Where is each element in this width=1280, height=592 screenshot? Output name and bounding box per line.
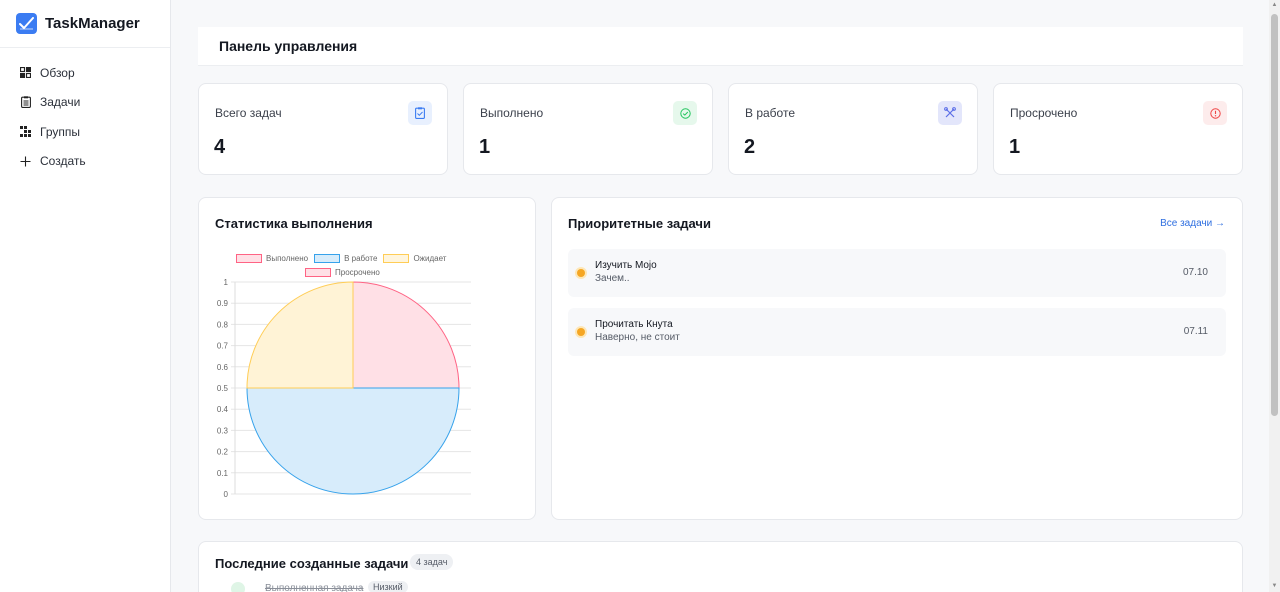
pie-slice[interactable] xyxy=(246,281,354,389)
y-tick-label: 1 xyxy=(224,278,229,287)
priority-panel-title: Приоритетные задачи xyxy=(568,216,711,231)
task-description: Зачем.. xyxy=(595,273,630,284)
legend-swatch-waiting xyxy=(383,254,410,263)
done-status-icon xyxy=(231,582,245,592)
task-count-badge: 4 задач xyxy=(410,554,454,570)
clipboard-check-icon xyxy=(408,101,432,125)
sidebar-item-groups[interactable]: Группы xyxy=(0,117,170,147)
stat-card-overdue: Просрочено 1 xyxy=(993,83,1243,175)
sidebar: TaskManager Обзор Задачи Группы Создать xyxy=(0,0,171,592)
check-circle-icon xyxy=(673,101,697,125)
task-date: 07.11 xyxy=(1183,326,1208,337)
alert-circle-icon xyxy=(1203,101,1227,125)
stat-label: Всего задач xyxy=(215,106,282,120)
sidebar-item-create[interactable]: Создать xyxy=(0,147,170,177)
task-date: 07.10 xyxy=(1182,267,1208,278)
recent-task-title[interactable]: Выполненная задача xyxy=(265,583,363,592)
legend-swatch-in-progress xyxy=(314,254,341,263)
tools-icon xyxy=(938,101,962,125)
stat-label: Просрочено xyxy=(1010,106,1078,120)
stat-label: Выполнено xyxy=(480,106,544,120)
scrollbar-thumb[interactable] xyxy=(1271,14,1278,416)
grid-icon xyxy=(19,66,32,79)
priority-task-item[interactable]: Прочитать Кнута Наверно, не стоит 07.11 xyxy=(568,308,1226,356)
stat-value: 2 xyxy=(744,136,756,158)
stat-value: 1 xyxy=(1009,136,1021,158)
y-tick-label: 0.1 xyxy=(217,469,229,478)
scroll-down-arrow-icon[interactable]: ▼ xyxy=(1271,583,1278,590)
y-tick-label: 0.5 xyxy=(217,384,229,393)
task-title: Прочитать Кнута xyxy=(595,319,673,330)
stat-label: В работе xyxy=(745,106,796,120)
clipboard-icon xyxy=(19,96,32,109)
y-tick-label: 0.8 xyxy=(217,320,229,329)
page-title: Панель управления xyxy=(219,38,358,54)
sidebar-item-label: Создать xyxy=(40,154,86,169)
stat-card-total: Всего задач 4 xyxy=(198,83,448,175)
sidebar-item-label: Группы xyxy=(40,124,80,139)
y-tick-label: 0.4 xyxy=(217,405,229,414)
stat-card-in-progress: В работе 2 xyxy=(728,83,978,175)
chart-panel-title: Статистика выполнения xyxy=(215,216,373,231)
sidebar-item-label: Обзор xyxy=(40,65,75,80)
pie-chart: 1 0.9 0.8 0.7 0.6 0.5 0.4 0.3 0.2 0.1 0 xyxy=(217,278,471,499)
task-title: Изучить Mojo xyxy=(595,260,657,271)
y-tick-label: 0 xyxy=(224,490,229,499)
task-description: Наверно, не стоит xyxy=(595,332,680,343)
priority-tasks-panel: Приоритетные задачи Все задачи → Изучить… xyxy=(551,197,1243,520)
scroll-up-arrow-icon[interactable]: ▲ xyxy=(1271,2,1278,9)
pie-slice[interactable] xyxy=(352,281,460,389)
y-tick-label: 0.6 xyxy=(217,363,229,372)
plus-icon xyxy=(19,155,32,168)
sidebar-nav: Обзор Задачи Группы Создать xyxy=(0,48,170,176)
y-tick-label: 0.2 xyxy=(217,448,229,457)
groups-icon xyxy=(19,125,32,138)
app-name: TaskManager xyxy=(45,15,140,32)
pie-slice[interactable] xyxy=(246,387,460,495)
legend-label[interactable]: Ожидает xyxy=(413,254,446,263)
stat-value: 4 xyxy=(214,136,226,158)
logo-check-icon xyxy=(16,13,37,34)
y-tick-label: 0.7 xyxy=(217,342,229,351)
sidebar-item-overview[interactable]: Обзор xyxy=(0,58,170,88)
recent-tasks-panel: Последние созданные задачи 4 задач Выпол… xyxy=(198,541,1243,592)
brand[interactable]: TaskManager xyxy=(0,0,170,48)
priority-dot-icon xyxy=(577,269,585,277)
y-tick-label: 0.3 xyxy=(217,426,229,435)
all-tasks-link[interactable]: Все задачи → xyxy=(1160,218,1225,229)
legend-label[interactable]: Выполнено xyxy=(266,254,308,263)
chart-legend-row-1: Выполнено В работе Ожидает xyxy=(236,254,446,263)
stat-card-done: Выполнено 1 xyxy=(463,83,713,175)
y-tick-label: 0.9 xyxy=(217,299,229,308)
sidebar-item-label: Задачи xyxy=(40,95,81,110)
legend-label[interactable]: В работе xyxy=(344,254,377,263)
stats-chart-panel: Статистика выполнения Выполнено В работе… xyxy=(198,197,536,520)
priority-dot-icon xyxy=(577,328,585,336)
recent-panel-title: Последние созданные задачи xyxy=(215,556,409,571)
priority-task-item[interactable]: Изучить Mojo Зачем.. 07.10 xyxy=(568,249,1226,297)
priority-badge: Низкий xyxy=(368,581,408,592)
scrollbar[interactable]: ▲ ▼ xyxy=(1269,0,1280,592)
page-header: Панель управления xyxy=(198,27,1243,66)
stat-value: 1 xyxy=(479,136,491,158)
legend-swatch-done xyxy=(236,254,262,263)
main-content: Панель управления Всего задач 4 Выполнен… xyxy=(171,0,1269,592)
sidebar-item-tasks[interactable]: Задачи xyxy=(0,88,170,118)
